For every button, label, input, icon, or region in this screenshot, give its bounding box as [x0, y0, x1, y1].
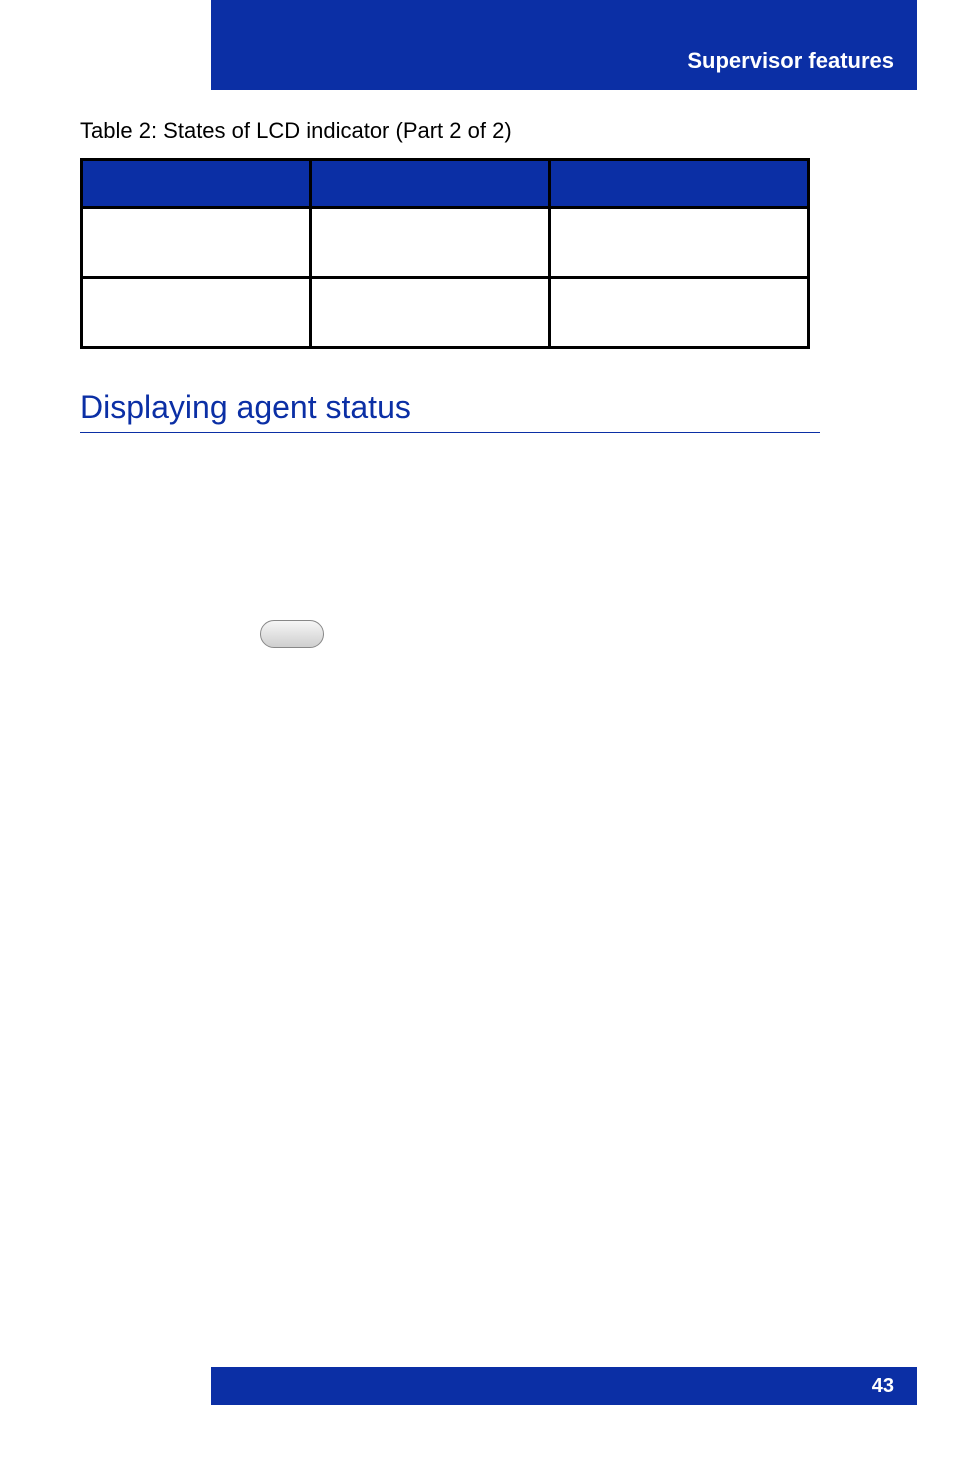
- section-heading: Displaying agent status: [80, 389, 820, 433]
- table-cell: [550, 278, 809, 348]
- footer-bar: [211, 1367, 917, 1405]
- table-cell: [311, 208, 550, 278]
- table-caption: Table 2: States of LCD indicator (Part 2…: [80, 118, 820, 144]
- page: Supervisor features Table 2: States of L…: [0, 0, 954, 1475]
- table-cell: [82, 208, 311, 278]
- table-header-row: [82, 160, 809, 208]
- content-area: Table 2: States of LCD indicator (Part 2…: [80, 110, 820, 433]
- table-cell: [82, 278, 311, 348]
- table-header-cell: [550, 160, 809, 208]
- table-row: [82, 208, 809, 278]
- table-header-cell: [311, 160, 550, 208]
- header-bar: [211, 0, 917, 90]
- page-number: 43: [872, 1375, 894, 1398]
- softkey-button-icon: [260, 620, 324, 648]
- table-cell: [311, 278, 550, 348]
- table-cell: [550, 208, 809, 278]
- lcd-states-table: [80, 158, 810, 349]
- table-row: [82, 278, 809, 348]
- section-title: Supervisor features: [687, 48, 894, 74]
- table-header-cell: [82, 160, 311, 208]
